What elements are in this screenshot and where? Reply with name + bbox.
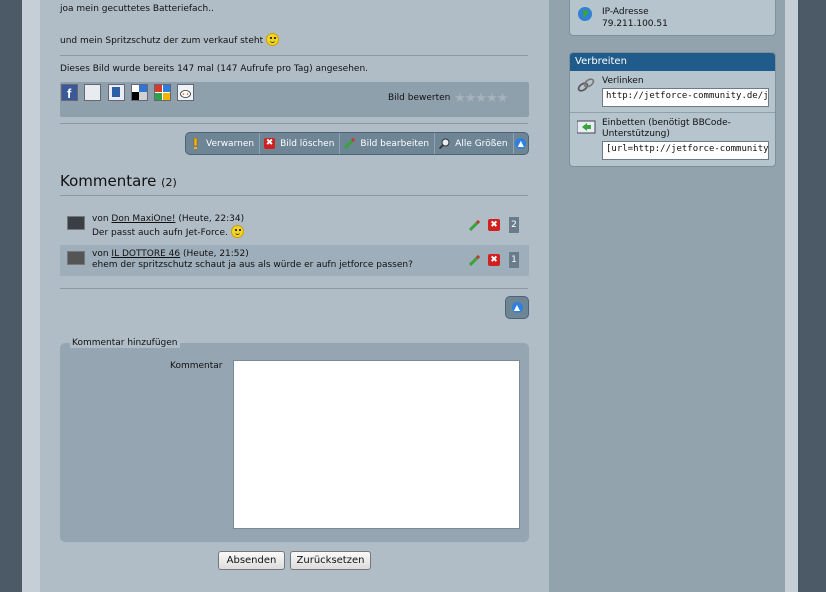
studivz-icon[interactable] [108, 84, 125, 101]
delete-image-button-label: Bild löschen [280, 138, 335, 149]
comments-heading: Kommentare (2) [60, 172, 177, 190]
comment-time: (Heute, 22:34) [178, 214, 245, 224]
arrow-up-icon: ▲ [511, 302, 523, 313]
divider [60, 55, 528, 56]
comment-prefix: von [92, 214, 109, 224]
scroll-top-button[interactable]: ▲ [505, 296, 529, 319]
link-field[interactable]: http://jetforce-community.de/jetforce [602, 88, 769, 107]
comment-field-label: Kommentar [170, 361, 223, 371]
google-icon[interactable] [154, 84, 171, 101]
avatar [67, 216, 85, 230]
divider [570, 112, 775, 113]
comment-number: 1 [509, 252, 519, 268]
delete-icon: ✖ [264, 138, 276, 149]
post-text-line-2: und mein Spritzschutz der zum verkauf st… [60, 33, 279, 46]
edit-comment-button[interactable] [468, 254, 481, 267]
comment-author-link[interactable]: Don MaxiOne! [111, 214, 175, 224]
embed-field[interactable]: [url=http://jetforce-community.de/jetfor… [602, 141, 769, 160]
edit-comment-button[interactable] [468, 219, 481, 232]
comment-author-link[interactable]: IL DOTTORE 46 [111, 249, 180, 259]
delete-comment-button[interactable]: ✖ [488, 254, 500, 266]
embed-icon [576, 120, 596, 136]
divider [60, 123, 528, 124]
reddit-icon[interactable] [177, 84, 194, 101]
comment-meta: von Don MaxiOne! (Heute, 22:34) [92, 214, 244, 224]
submit-button[interactable]: Absenden [218, 551, 285, 570]
facebook-icon[interactable]: f [61, 84, 78, 101]
ip-label: IP-Adresse [602, 7, 649, 17]
comments-title: Kommentare [60, 172, 157, 190]
divider [60, 195, 528, 196]
warn-button-label: Verwarnen [206, 138, 255, 149]
link-label: Verlinken [602, 76, 644, 86]
warning-icon [190, 137, 201, 149]
svg-text:f: f [67, 86, 72, 100]
delicious-icon[interactable] [131, 84, 148, 101]
comment-text: ehem der spritzschutz schaut ja aus als … [92, 260, 413, 270]
share-box: Verbreiten Verlinken http://jetforce-com… [569, 52, 776, 167]
smiley-icon [266, 33, 279, 46]
embed-label-line-2: Unterstützung) [602, 129, 670, 139]
comment-text: Der passt auch aufn Jet-Force. [92, 225, 244, 238]
reset-button[interactable]: Zurücksetzen [290, 551, 371, 570]
delete-image-button[interactable]: ✖ Bild löschen [260, 133, 341, 154]
edit-image-button-label: Bild bearbeiten [360, 138, 430, 149]
embed-label-line-1: Einbetten (benötigt BBCode- [602, 118, 731, 128]
comment-row: von IL DOTTORE 46 (Heute, 21:52) ehem de… [60, 245, 529, 276]
post-text-line-1: joa mein gecuttetes Batteriefach.. [60, 4, 214, 14]
ip-value: 79.211.100.51 [602, 19, 668, 29]
comment-textarea[interactable] [233, 360, 520, 529]
edit-image-button[interactable]: Bild bearbeiten [340, 133, 436, 154]
post-text-line-2-text: und mein Spritzschutz der zum verkauf st… [60, 36, 264, 46]
delete-comment-button[interactable]: ✖ [488, 219, 500, 231]
pencil-icon [468, 254, 481, 267]
rating-stars[interactable]: ★★★★★ [454, 91, 508, 106]
warn-button[interactable]: Verwarnen [186, 133, 261, 154]
image-toolbar: Verwarnen ✖ Bild löschen Bild bearbeiten… [185, 132, 529, 155]
pencil-icon [468, 219, 481, 232]
rating-label: Bild bewerten [388, 93, 451, 103]
myspace-icon[interactable] [84, 84, 101, 101]
comment-time: (Heute, 21:52) [183, 249, 249, 259]
comment-row: von Don MaxiOne! (Heute, 22:34) Der pass… [60, 210, 529, 241]
arrow-up-icon: ▲ [515, 138, 527, 149]
comments-count: (2) [161, 176, 177, 189]
all-sizes-button-label: Alle Größen [455, 138, 508, 149]
magnifier-icon [439, 138, 450, 150]
avatar [67, 251, 85, 265]
pencil-icon [344, 137, 356, 150]
globe-icon [577, 6, 596, 22]
view-count-text: Dieses Bild wurde bereits 147 mal (147 A… [60, 64, 369, 74]
smiley-icon [230, 225, 244, 238]
comment-number: 2 [509, 217, 519, 233]
link-icon [577, 78, 596, 94]
share-bar: f Bild bewerten ★★★★★ [60, 82, 529, 117]
all-sizes-button[interactable]: Alle Größen [435, 133, 514, 154]
scroll-top-button[interactable]: ▲ [514, 133, 528, 154]
ip-box: IP-Adresse 79.211.100.51 [569, 0, 776, 36]
divider [60, 288, 528, 289]
comment-text-content: Der passt auch aufn Jet-Force. [92, 228, 228, 238]
comment-meta: von IL DOTTORE 46 (Heute, 21:52) [92, 249, 249, 259]
comment-prefix: von [92, 249, 109, 259]
comment-form-legend: Kommentar hinzufügen [70, 338, 180, 348]
share-box-title: Verbreiten [570, 53, 775, 71]
